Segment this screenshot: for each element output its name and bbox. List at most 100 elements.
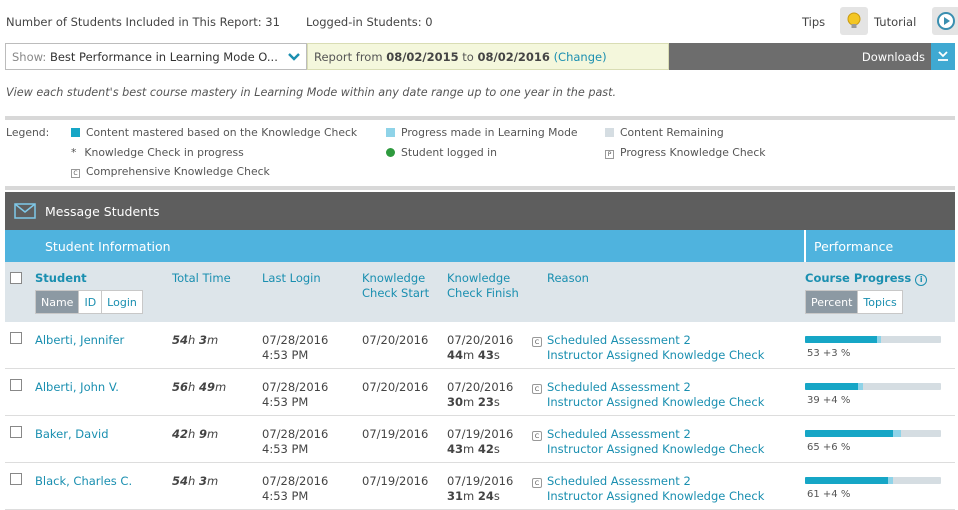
reason-column-header[interactable]: Reason (547, 271, 589, 286)
total-time-column-header[interactable]: Total Time (172, 271, 231, 286)
sort-by-name-button[interactable]: Name (36, 291, 79, 313)
last-login: 07/28/2016 4:53 PM (262, 333, 328, 363)
table-row: Baker, David 42h 9m 07/28/2016 4:53 PM 07/19… (5, 416, 955, 463)
select-all-checkbox[interactable] (10, 272, 22, 284)
total-time-hours: 54 (172, 333, 189, 347)
kc-finish-minutes: 44 (447, 348, 464, 362)
date-to: 08/02/2016 (477, 50, 550, 64)
sort-by-login-button[interactable]: Login (101, 291, 142, 313)
kc-finish-seconds: 24 (477, 489, 494, 503)
comprehensive-kc-icon: C (532, 337, 542, 347)
kc-finish-minutes: 30 (447, 395, 464, 409)
row-checkbox[interactable] (10, 473, 22, 485)
legend-title: Legend: (6, 126, 50, 139)
report-controls: Show: Best Performance in Learning Mode … (5, 43, 955, 70)
sort-by-id-button[interactable]: ID (78, 291, 101, 313)
performance-header: Performance (814, 239, 894, 254)
reason[interactable]: Scheduled Assessment 2 Instructor Assigne… (547, 474, 764, 504)
course-progress-text: 65 +6 % (807, 442, 851, 453)
kc-finish-date: 07/20/2016 (447, 333, 514, 347)
last-login-column-header[interactable]: Last Login (262, 271, 321, 286)
kc-finish-date: 07/20/2016 (447, 380, 514, 394)
show-select[interactable]: Show: Best Performance in Learning Mode … (5, 43, 307, 70)
lightbulb-icon (847, 12, 861, 28)
info-icon[interactable]: i (915, 274, 928, 286)
reason-line2: Instructor Assigned Knowledge Check (547, 348, 765, 362)
tips-button[interactable] (840, 7, 868, 35)
student-sort-toggle: Name ID Login (35, 290, 143, 314)
kc-finish: 07/19/2016 43m 42s (447, 427, 514, 456)
kc-finish-column-header[interactable]: Knowledge Check Finish (447, 271, 519, 301)
legend-progress: Progress made in Learning Mode (386, 126, 578, 139)
reason[interactable]: Scheduled Assessment 2 Instructor Assigne… (547, 333, 764, 363)
kc-start-header-line2: Check Start (362, 286, 430, 300)
course-progress-column-header[interactable]: Course Progress i (805, 271, 928, 286)
last-login-time: 4:53 PM (262, 489, 309, 503)
progress-segment (877, 336, 881, 343)
reason[interactable]: Scheduled Assessment 2 Instructor Assigne… (547, 427, 764, 457)
tutorial-button[interactable] (932, 7, 958, 35)
legend-mastered-label: Content mastered based on the Knowledge … (86, 126, 358, 139)
student-name-link[interactable]: Black, Charles C. (35, 474, 132, 489)
table-row: Black, Charles C. 54h 3m 07/28/2016 4:53 PM… (5, 463, 955, 510)
kc-start-column-header[interactable]: Knowledge Check Start (362, 271, 429, 301)
total-time-minutes: 3 (198, 474, 207, 488)
total-time: 42h 9m (172, 427, 219, 441)
reason-line1: Scheduled Assessment 2 (547, 474, 691, 488)
kc-start-date: 07/19/2016 (362, 427, 429, 441)
reason-line1: Scheduled Assessment 2 (547, 333, 691, 347)
kc-finish-minutes: 43 (447, 442, 464, 456)
change-date-link[interactable]: (Change) (554, 50, 607, 64)
downloads-button[interactable]: Downloads (669, 43, 955, 70)
view-percent-button[interactable]: Percent (806, 291, 858, 313)
message-students-button[interactable]: Message Students (5, 192, 955, 230)
last-login-date: 07/28/2016 (262, 333, 329, 347)
kc-finish-header-line2: Check Finish (447, 286, 519, 300)
row-checkbox[interactable] (10, 426, 22, 438)
view-topics-button[interactable]: Topics (857, 291, 901, 313)
student-name-link[interactable]: Alberti, John V. (35, 380, 119, 395)
reason[interactable]: Scheduled Assessment 2 Instructor Assigne… (547, 380, 764, 410)
kc-finish-minutes: 31 (447, 489, 464, 503)
header-divider (804, 230, 806, 262)
remaining-swatch (605, 128, 614, 137)
kc-finish: 07/19/2016 31m 24s (447, 474, 514, 503)
last-login-date: 07/28/2016 (262, 427, 329, 441)
kc-start-date: 07/20/2016 (362, 380, 429, 394)
legend-progress-kc: P Progress Knowledge Check (605, 146, 766, 159)
kc-finish-seconds: 23 (477, 395, 494, 409)
student-name-link[interactable]: Alberti, Jennifer (35, 333, 124, 348)
reason-line1: Scheduled Assessment 2 (547, 427, 691, 441)
total-time: 54h 3m (172, 333, 219, 347)
last-login-date: 07/28/2016 (262, 380, 329, 394)
course-progress-bar (805, 383, 941, 390)
total-time-hours: 42 (172, 427, 189, 441)
mastered-segment (805, 430, 893, 437)
row-checkbox[interactable] (10, 332, 22, 344)
total-time: 56h 49m (172, 380, 227, 394)
course-progress-text: 39 +4 % (807, 395, 851, 406)
comprehensive-kc-icon: C (532, 384, 542, 394)
download-icon (931, 43, 955, 70)
last-login: 07/28/2016 4:53 PM (262, 474, 328, 504)
legend-progress-label: Progress made in Learning Mode (401, 126, 578, 139)
kc-start-date: 07/20/2016 (362, 333, 429, 347)
last-login-time: 4:53 PM (262, 348, 309, 362)
tips-label: Tips (802, 15, 826, 29)
student-name-link[interactable]: Baker, David (35, 427, 109, 442)
message-students-label: Message Students (45, 204, 160, 219)
course-progress-label: Course Progress (805, 271, 912, 285)
student-column-header[interactable]: Student (35, 271, 87, 286)
comprehensive-kc-icon: C (532, 431, 542, 441)
course-progress-text: 53 +3 % (807, 348, 851, 359)
course-progress-bar (805, 477, 941, 484)
report-prefix: Report from (314, 50, 383, 64)
reason-line2: Instructor Assigned Knowledge Check (547, 489, 765, 503)
legend-comprehensive-label: Comprehensive Knowledge Check (86, 165, 270, 178)
chevron-down-icon (288, 53, 300, 61)
total-time-minutes: 9 (198, 427, 207, 441)
show-value: Best Performance in Learning Mode O... (49, 50, 278, 64)
row-checkbox[interactable] (10, 379, 22, 391)
column-header-row: Student Name ID Login Total Time Last Lo… (5, 262, 955, 322)
date-to-word: to (462, 50, 474, 64)
